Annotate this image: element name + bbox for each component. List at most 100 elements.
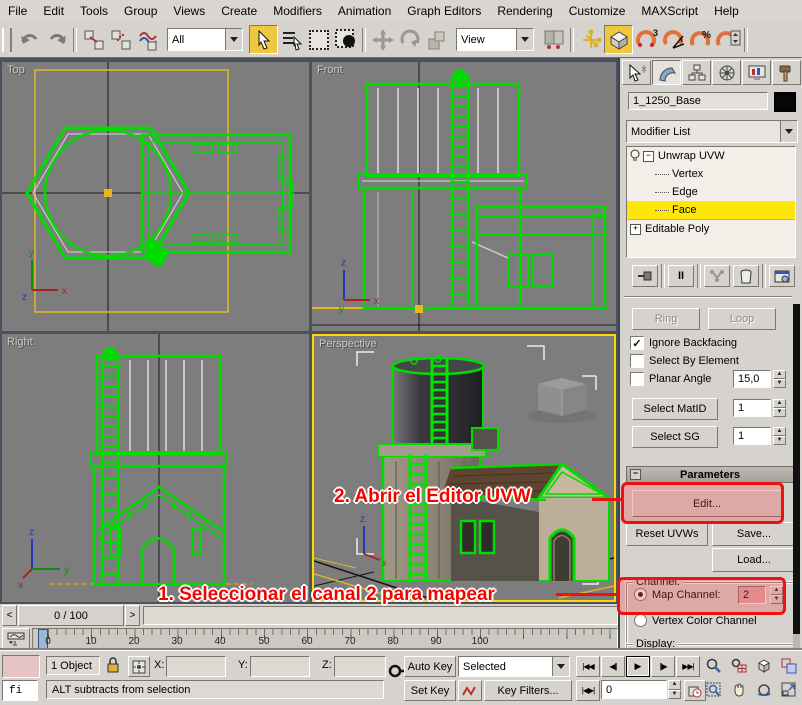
go-to-start-button[interactable]: |◀◀ <box>576 656 600 677</box>
current-frame-spinner[interactable]: ▲▼ <box>668 680 681 699</box>
parameters-rollout-header[interactable]: − Parameters <box>626 466 794 483</box>
angle-snap-3d-icon[interactable]: 3 <box>633 26 660 53</box>
menu-create[interactable]: Create <box>213 2 265 20</box>
selection-filter-dropdown[interactable]: All <box>167 28 243 51</box>
z-coord-field[interactable] <box>334 656 386 677</box>
set-key-button[interactable]: Set Key <box>404 680 456 701</box>
stack-subitem-edge[interactable]: Edge <box>627 183 795 201</box>
tab-hierarchy-icon[interactable] <box>682 60 711 85</box>
angle-snap-toggle-icon[interactable] <box>660 26 687 53</box>
object-name-field[interactable]: 1_1250_Base <box>628 92 768 110</box>
stack-item-editable-poly[interactable]: + Editable Poly <box>627 219 795 238</box>
track-bar-ruler[interactable]: 0 10 20 30 40 50 60 70 80 90 100 <box>32 628 618 649</box>
selection-lock-icon[interactable] <box>106 656 120 673</box>
spinner-snap-icon[interactable] <box>714 26 741 53</box>
planar-angle-field[interactable]: 15,0 <box>733 370 771 388</box>
reference-coordinate-dropdown[interactable]: View <box>456 28 534 51</box>
menu-customize[interactable]: Customize <box>561 2 634 20</box>
reset-uvws-button[interactable]: Reset UVWs <box>626 522 708 546</box>
collapse-icon[interactable]: − <box>643 151 654 162</box>
loop-button[interactable]: Loop <box>708 308 776 330</box>
bulb-icon[interactable] <box>627 149 643 163</box>
window-crossing-toggle-icon[interactable] <box>332 26 359 53</box>
viewport-perspective[interactable]: Perspective <box>312 334 616 602</box>
select-by-name-icon[interactable] <box>278 26 305 53</box>
select-by-element-checkbox[interactable] <box>630 354 644 368</box>
load-uvws-button[interactable]: Load... <box>712 548 796 572</box>
select-matid-button[interactable]: Select MatID <box>632 398 718 420</box>
sg-spinner[interactable]: ▲▼ <box>773 427 786 445</box>
zoom-extents-all-icon[interactable] <box>777 656 800 675</box>
go-to-end-button[interactable]: ▶▶| <box>676 656 700 677</box>
zoom-icon[interactable] <box>702 656 725 675</box>
menu-graph-editors[interactable]: Graph Editors <box>399 2 489 20</box>
zoom-all-icon[interactable] <box>727 656 750 675</box>
stack-subitem-vertex[interactable]: Vertex <box>627 165 795 183</box>
min-max-toggle-icon[interactable] <box>777 680 800 699</box>
tab-motion-icon[interactable] <box>712 60 741 85</box>
maxscript-mini-listener-white[interactable]: fi <box>2 680 38 701</box>
expand-icon[interactable]: + <box>630 224 641 235</box>
selection-filter-arrow-icon[interactable] <box>225 29 242 50</box>
percent-snap-icon[interactable]: % <box>687 26 714 53</box>
menu-rendering[interactable]: Rendering <box>489 2 560 20</box>
menu-maxscript[interactable]: MAXScript <box>633 2 706 20</box>
select-object-icon[interactable] <box>249 25 278 54</box>
configure-modifier-sets-icon[interactable] <box>769 265 795 287</box>
open-mini-curve-editor-icon[interactable] <box>2 628 30 649</box>
viewport-right[interactable]: Right <box>2 334 309 602</box>
bind-to-spacewarp-icon[interactable] <box>134 26 161 53</box>
pan-view-icon[interactable] <box>727 680 750 699</box>
set-key-curve-icon[interactable] <box>458 680 482 701</box>
tab-utilities-icon[interactable] <box>772 60 801 85</box>
tab-create-icon[interactable] <box>622 60 651 85</box>
time-slider-handle[interactable]: 0 / 100 <box>18 605 124 626</box>
key-filter-scope-dropdown[interactable]: Selected <box>458 656 570 677</box>
menu-modifiers[interactable]: Modifiers <box>265 2 330 20</box>
object-color-swatch[interactable] <box>774 92 796 112</box>
key-filter-scope-arrow-icon[interactable] <box>552 657 569 676</box>
time-slider-next-button[interactable]: > <box>125 605 140 626</box>
toolbar-drag-handle[interactable] <box>2 28 12 52</box>
tab-display-icon[interactable] <box>742 60 771 85</box>
rollout-collapse-icon[interactable]: − <box>630 469 641 480</box>
menu-help[interactable]: Help <box>706 2 747 20</box>
menu-views[interactable]: Views <box>165 2 213 20</box>
panel-scrollbar[interactable] <box>793 304 800 648</box>
menu-file[interactable]: File <box>0 2 35 20</box>
menu-animation[interactable]: Animation <box>330 2 399 20</box>
select-and-rotate-icon[interactable] <box>396 26 423 53</box>
modifier-list-arrow-icon[interactable] <box>780 121 797 142</box>
stack-item-unwrap-uvw[interactable]: − Unwrap UVW <box>627 147 795 165</box>
auto-key-button[interactable]: Auto Key <box>404 656 456 677</box>
menu-group[interactable]: Group <box>116 2 165 20</box>
panel-scrollbar-thumb[interactable] <box>793 304 800 634</box>
sg-field[interactable]: 1 <box>733 427 771 445</box>
unlink-selection-icon[interactable] <box>107 26 134 53</box>
show-end-result-icon[interactable]: II <box>668 265 694 287</box>
make-unique-icon[interactable] <box>704 265 730 287</box>
planar-angle-spinner[interactable]: ▲▼ <box>773 370 786 388</box>
select-and-link-icon[interactable] <box>80 26 107 53</box>
absolute-offset-toggle-icon[interactable] <box>128 656 150 677</box>
redo-icon[interactable] <box>43 26 70 53</box>
viewport-front[interactable]: Front <box>312 62 616 331</box>
play-button[interactable]: ▶ <box>626 656 650 677</box>
select-sg-button[interactable]: Select SG <box>632 426 718 448</box>
undo-icon[interactable] <box>16 26 43 53</box>
zoom-region-icon[interactable] <box>702 680 725 699</box>
vertex-color-channel-radio[interactable] <box>634 614 647 627</box>
remove-modifier-icon[interactable] <box>733 265 759 287</box>
current-frame-field[interactable]: 0 <box>601 680 667 699</box>
menu-tools[interactable]: Tools <box>72 2 116 20</box>
rectangular-selection-region-icon[interactable] <box>305 26 332 53</box>
key-mode-toggle-button[interactable]: |◀▶| <box>576 680 600 701</box>
matid-spinner[interactable]: ▲▼ <box>773 399 786 417</box>
select-and-scale-icon[interactable] <box>423 26 450 53</box>
matid-field[interactable]: 1 <box>733 399 771 417</box>
time-slider-prev-button[interactable]: < <box>2 605 17 626</box>
ignore-backfacing-checkbox[interactable]: ✓ <box>630 336 644 350</box>
arc-rotate-icon[interactable] <box>752 680 775 699</box>
pin-stack-icon[interactable] <box>632 265 658 287</box>
key-filters-button[interactable]: Key Filters... <box>484 680 572 701</box>
